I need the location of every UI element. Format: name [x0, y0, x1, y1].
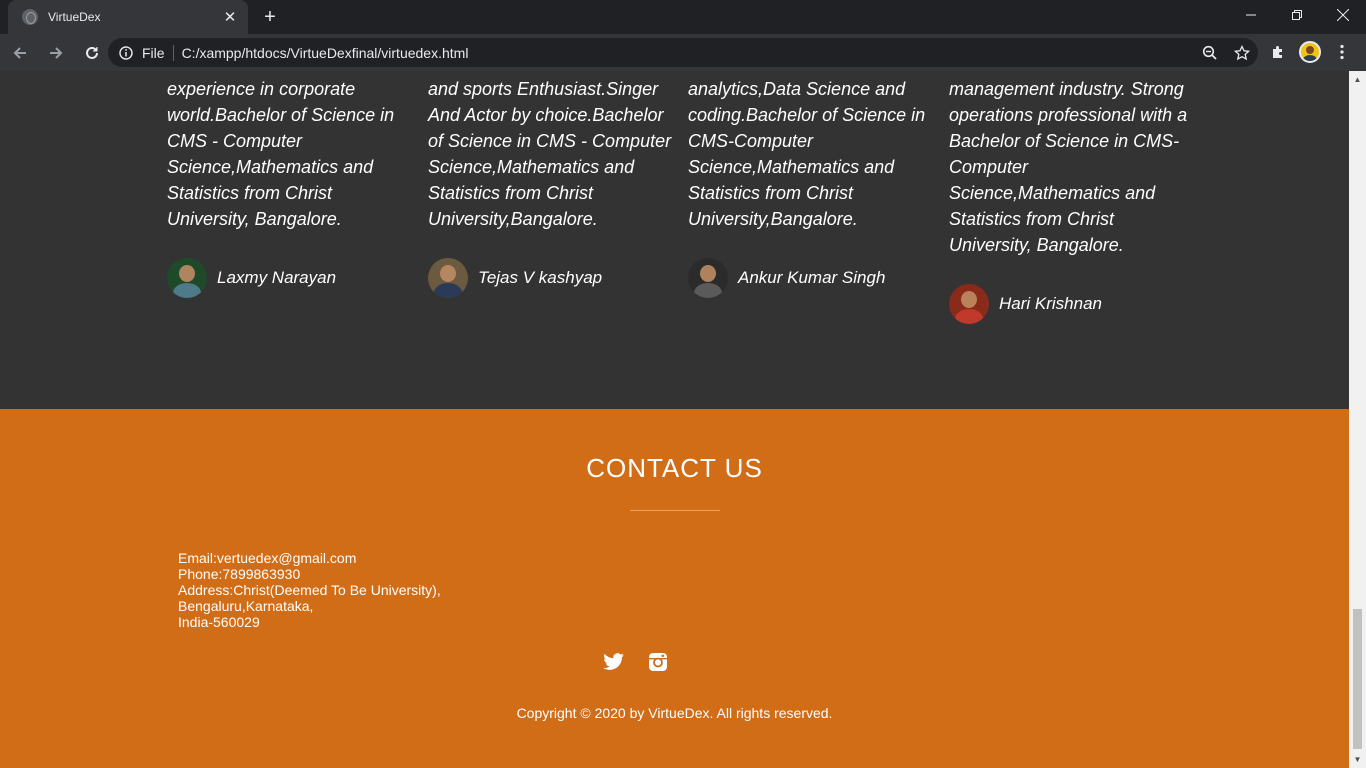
vertical-scrollbar[interactable]: ▲ ▼ — [1349, 71, 1366, 768]
scheme-label: File — [142, 44, 165, 61]
contact-email[interactable]: Email:vertuedex@gmail.com — [178, 550, 441, 566]
member-name: Tejas V kashyap — [478, 268, 603, 287]
contact-address-line: India-560029 — [178, 614, 260, 630]
avatar — [1299, 41, 1321, 63]
extensions-puzzle-icon[interactable] — [1262, 36, 1294, 68]
team-section: experience in corporate world.Bachelor o… — [0, 71, 1349, 409]
team-member-card: experience in corporate world.Bachelor o… — [167, 76, 412, 298]
forward-button[interactable] — [40, 37, 72, 69]
menu-kebab-icon[interactable] — [1326, 36, 1358, 68]
info-icon[interactable] — [118, 45, 134, 61]
member-bio: experience in corporate world.Bachelor o… — [167, 79, 395, 229]
avatar — [428, 258, 468, 298]
member-name: Ankur Kumar Singh — [738, 268, 886, 287]
contact-details: Email:vertuedex@gmail.com Phone:78998639… — [178, 550, 441, 630]
member-bio: and sports Enthusiast.Singer And Actor b… — [428, 79, 672, 229]
close-window-button[interactable] — [1320, 0, 1366, 30]
page-viewport: experience in corporate world.Bachelor o… — [0, 71, 1366, 768]
member-bio: management industry. Strong operations p… — [949, 79, 1188, 255]
close-tab-icon[interactable]: ✕ — [222, 8, 238, 26]
team-member-card: management industry. Strong operations p… — [949, 76, 1194, 324]
back-button[interactable] — [4, 37, 36, 69]
member-bio: analytics,Data Science and coding.Bachel… — [688, 79, 926, 229]
member-signature: Laxmy Narayan — [167, 258, 412, 298]
browser-tab[interactable]: VirtueDex ✕ — [8, 0, 248, 34]
member-signature: Hari Krishnan — [949, 284, 1194, 324]
contact-address-line: Bengaluru,Karnataka, — [178, 598, 314, 614]
toolbar-actions — [1262, 36, 1358, 68]
member-signature: Ankur Kumar Singh — [688, 258, 933, 298]
minimize-button[interactable] — [1228, 0, 1274, 30]
scroll-up-arrow-icon[interactable]: ▲ — [1349, 71, 1366, 88]
copyright-text: Copyright © 2020 by VirtueDex. All right… — [516, 705, 833, 721]
bookmark-star-icon[interactable] — [1226, 38, 1258, 67]
title-underline — [630, 510, 720, 511]
divider — [172, 44, 174, 61]
member-name: Laxmy Narayan — [217, 268, 337, 287]
address-bar[interactable]: File C:/xampp/htdocs/VirtueDexfinal/virt… — [108, 38, 1258, 67]
contact-address-line: Address:Christ(Deemed To Be University), — [178, 582, 441, 598]
scroll-down-arrow-icon[interactable]: ▼ — [1349, 751, 1366, 768]
instagram-icon[interactable] — [647, 651, 669, 673]
contact-phone: Phone:7899863930 — [178, 566, 301, 582]
zoom-icon[interactable] — [1194, 38, 1226, 67]
team-member-card: and sports Enthusiast.Singer And Actor b… — [428, 76, 673, 298]
team-member-card: analytics,Data Science and coding.Bachel… — [688, 76, 933, 298]
avatar — [167, 258, 207, 298]
tab-title: VirtueDex — [48, 10, 101, 24]
member-signature: Tejas V kashyap — [428, 258, 673, 298]
globe-icon — [22, 9, 38, 25]
new-tab-button[interactable]: + — [258, 5, 282, 29]
avatar — [688, 258, 728, 298]
contact-section: CONTACT US Email:vertuedex@gmail.com Pho… — [0, 409, 1349, 768]
window-controls — [1228, 0, 1366, 30]
avatar — [949, 284, 989, 324]
twitter-icon[interactable] — [603, 651, 625, 673]
profile-avatar[interactable] — [1294, 36, 1326, 68]
tab-strip: VirtueDex ✕ + — [0, 0, 1366, 34]
restore-button[interactable] — [1274, 0, 1320, 30]
scroll-thumb[interactable] — [1353, 609, 1362, 749]
browser-toolbar: File C:/xampp/htdocs/VirtueDexfinal/virt… — [0, 34, 1366, 71]
url-text[interactable]: C:/xampp/htdocs/VirtueDexfinal/virtuedex… — [182, 45, 1194, 61]
contact-title: CONTACT US — [586, 453, 763, 483]
member-name: Hari Krishnan — [999, 294, 1102, 313]
reload-button[interactable] — [76, 37, 108, 69]
social-links — [603, 651, 669, 673]
